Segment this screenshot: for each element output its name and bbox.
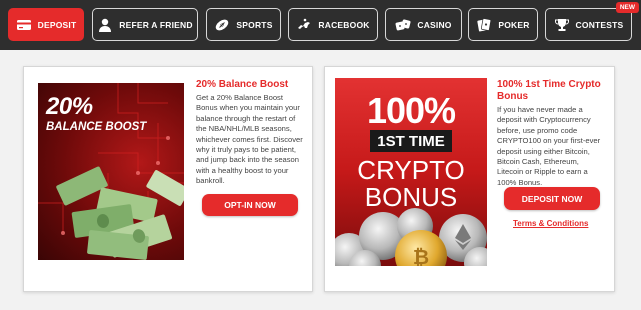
- tab-racebook-label: RACEBOOK: [318, 19, 370, 30]
- tab-sports-label: SPORTS: [236, 19, 273, 30]
- balance-boost-promo-image: 20% BALANCE BOOST: [38, 83, 184, 260]
- promo-card-crypto-bonus: 100% 1ST TIME CRYPTO BONUS ₿ 100% 1st Ti…: [324, 66, 615, 292]
- promo-image-subheadline: BALANCE BOOST: [46, 121, 147, 133]
- tab-poker[interactable]: POKER: [468, 8, 538, 41]
- tab-casino[interactable]: CASINO: [385, 8, 462, 41]
- tab-contests-label: CONTESTS: [575, 19, 624, 30]
- user-icon: [99, 18, 112, 32]
- promo-title: 20% Balance Boost: [196, 79, 289, 90]
- tab-deposit-label: DEPOSIT: [37, 19, 77, 30]
- crypto-bonus-promo-image: 100% 1ST TIME CRYPTO BONUS ₿: [335, 78, 487, 266]
- tab-casino-label: CASINO: [417, 19, 452, 30]
- playing-cards-icon: [477, 17, 492, 31]
- dice-icon: [395, 18, 411, 30]
- tab-refer-a-friend[interactable]: REFER A FRIEND: [92, 8, 198, 41]
- promo-description: If you have never made a deposit with Cr…: [497, 105, 601, 187]
- promo-card-balance-boost: 20% BALANCE BOOST 20% Balance Boost Get …: [23, 66, 313, 292]
- football-icon: [216, 19, 229, 30]
- crypto-coins-graphic: ₿: [335, 208, 487, 266]
- svg-text:₿: ₿: [413, 247, 429, 266]
- tab-racebook[interactable]: RACEBOOK: [288, 8, 378, 41]
- credit-card-icon: [16, 19, 31, 30]
- promo-title: 100% 1st Time Crypto Bonus: [497, 79, 601, 102]
- trophy-icon: [554, 18, 569, 31]
- terms-and-conditions-link[interactable]: Terms & Conditions: [513, 219, 588, 228]
- tab-poker-label: POKER: [498, 19, 530, 30]
- opt-in-now-button[interactable]: OPT-IN NOW: [202, 194, 298, 216]
- deposit-now-button[interactable]: DEPOSIT NOW: [504, 187, 600, 210]
- tab-refer-label: REFER A FRIEND: [119, 19, 193, 30]
- top-nav: DEPOSIT REFER A FRIEND SPORTS RACEBOOK C…: [0, 0, 641, 50]
- new-badge: NEW: [615, 2, 639, 13]
- promo-description: Get a 20% Balance Boost Bonus when you m…: [196, 93, 303, 186]
- promo-image-headline: 20%: [46, 93, 93, 120]
- tab-deposit[interactable]: DEPOSIT: [8, 8, 84, 41]
- tab-sports[interactable]: SPORTS: [206, 8, 281, 41]
- horse-racing-icon: [298, 18, 311, 29]
